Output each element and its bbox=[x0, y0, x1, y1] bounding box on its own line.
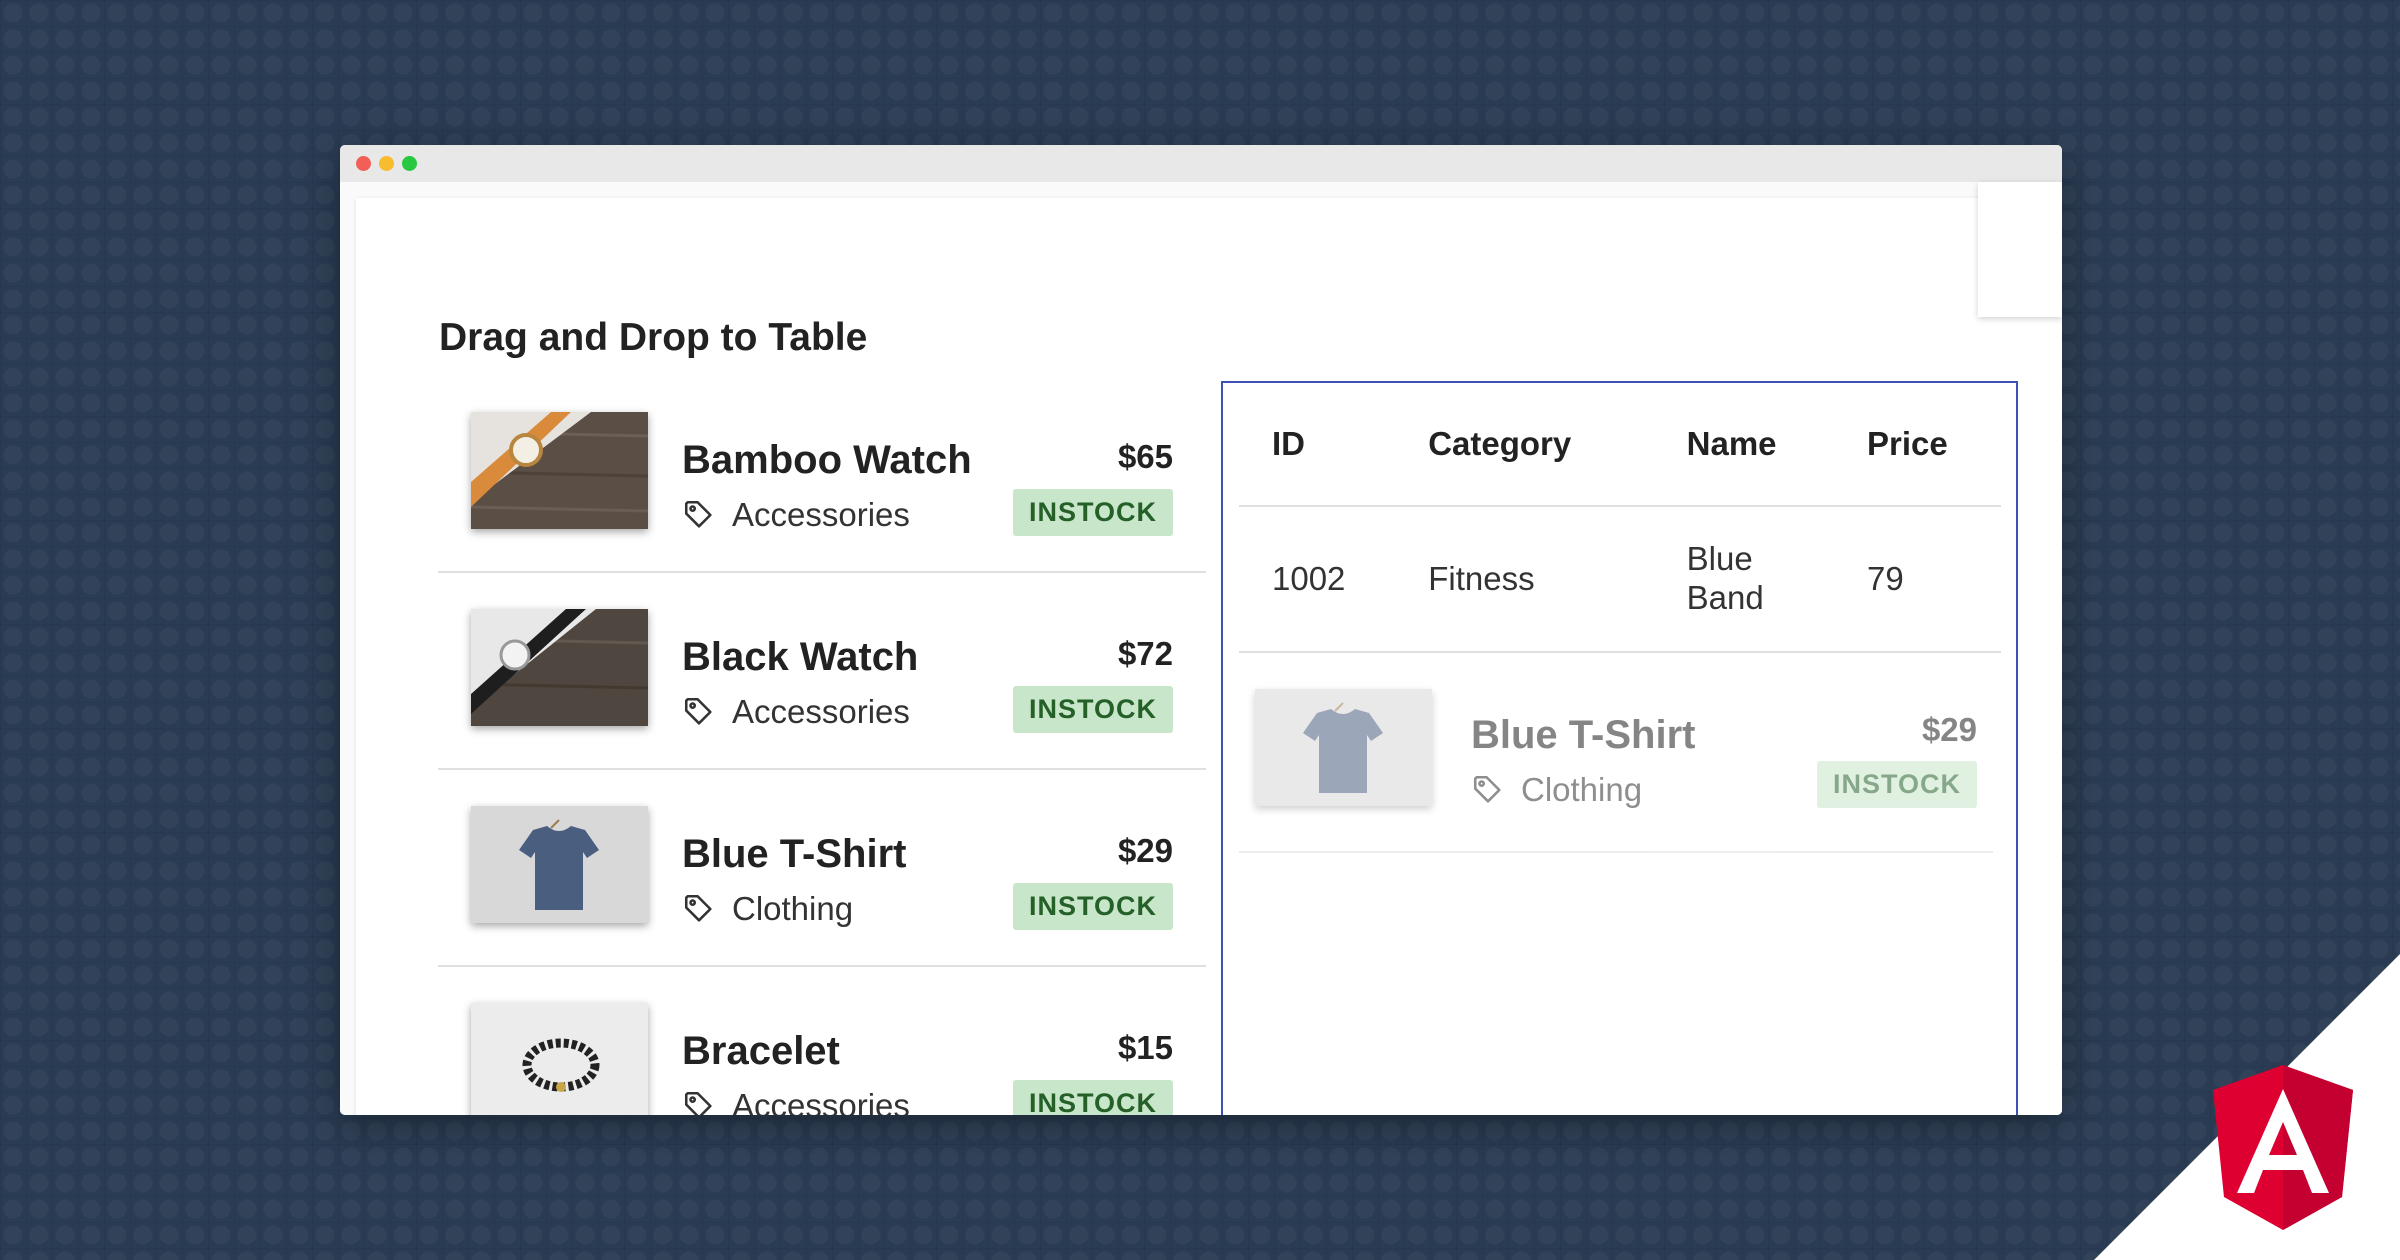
angular-logo-icon bbox=[2094, 954, 2400, 1260]
